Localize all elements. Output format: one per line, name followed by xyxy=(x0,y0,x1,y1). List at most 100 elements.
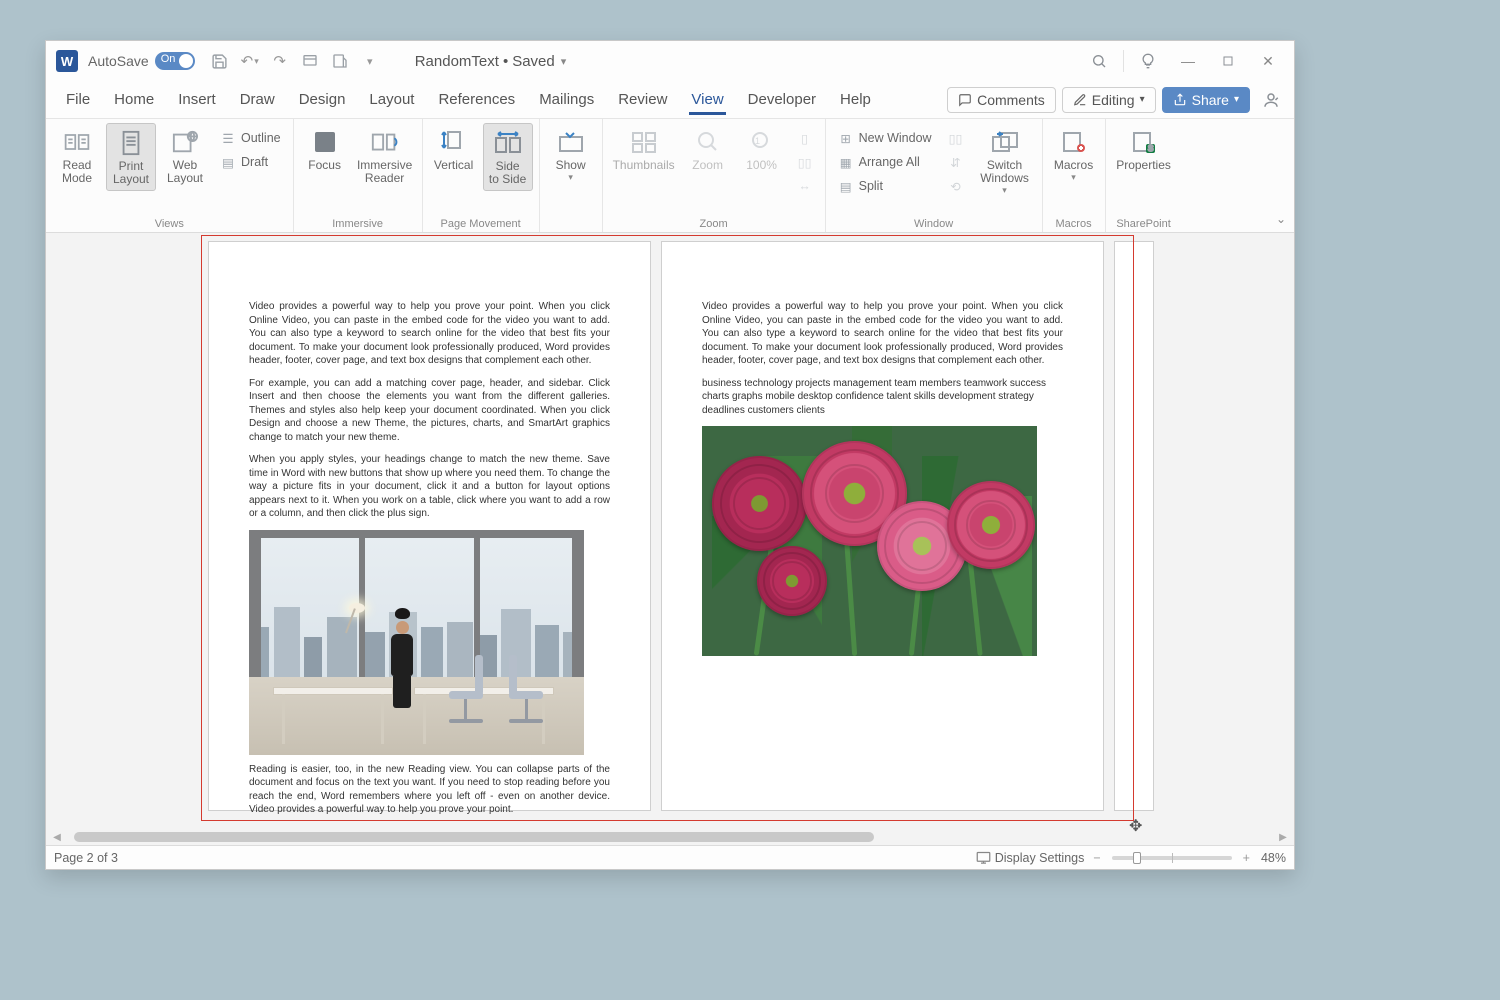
document-page-3-edge[interactable] xyxy=(1114,241,1154,811)
split-button[interactable]: ▤Split xyxy=(832,175,938,197)
zoom-slider[interactable] xyxy=(1112,856,1232,860)
document-area[interactable]: Video provides a powerful way to help yo… xyxy=(46,233,1294,845)
sharepoint-group-label: SharePoint xyxy=(1116,216,1170,230)
search-icon[interactable] xyxy=(1079,46,1119,76)
read-mode-button[interactable]: Read Mode xyxy=(52,123,102,189)
tab-help[interactable]: Help xyxy=(828,85,883,114)
switch-windows-label: Switch Windows xyxy=(980,159,1029,185)
page-movement-group-label: Page Movement xyxy=(441,216,521,230)
comments-label: Comments xyxy=(977,92,1045,108)
zoom-slider-handle[interactable] xyxy=(1133,852,1141,864)
view-side-by-side-button: ▯▯ xyxy=(942,127,970,149)
maximize-button[interactable] xyxy=(1208,46,1248,76)
properties-button[interactable]: S Properties xyxy=(1112,123,1176,176)
redo-icon[interactable]: ↷ xyxy=(268,49,292,73)
multi-page-button: ▯▯ xyxy=(791,151,819,173)
collapse-ribbon-icon[interactable]: ⌄ xyxy=(1276,212,1286,226)
immersive-reader-icon xyxy=(369,127,401,157)
tab-design[interactable]: Design xyxy=(287,85,358,114)
customize-qat-icon[interactable]: ▾ xyxy=(358,49,382,73)
display-settings-button[interactable]: Display Settings xyxy=(976,850,1085,865)
print-layout-button[interactable]: Print Layout xyxy=(106,123,156,191)
zoom-in-button[interactable]: + xyxy=(1240,851,1253,865)
account-icon[interactable] xyxy=(1256,85,1286,115)
tab-review[interactable]: Review xyxy=(606,85,679,114)
page2-para1: Video provides a powerful way to help yo… xyxy=(702,300,1063,368)
zoom-group-label: Zoom xyxy=(700,216,728,230)
office-image[interactable] xyxy=(249,530,584,755)
side-to-side-button[interactable]: Side to Side xyxy=(483,123,533,191)
tab-layout[interactable]: Layout xyxy=(357,85,426,114)
page-width-button: ↔ xyxy=(791,175,819,197)
new-window-button[interactable]: ⊞New Window xyxy=(832,127,938,149)
zoom-percentage[interactable]: 48% xyxy=(1261,851,1286,865)
toggle-knob xyxy=(179,54,193,68)
document-page-1[interactable]: Video provides a powerful way to help yo… xyxy=(208,241,651,811)
views-group-label: Views xyxy=(155,216,184,230)
vertical-button[interactable]: Vertical xyxy=(429,123,479,176)
document-title[interactable]: RandomText • Saved ▾ xyxy=(415,53,567,70)
show-icon xyxy=(555,127,587,157)
show-button[interactable]: Show ▾ xyxy=(546,123,596,187)
comments-button[interactable]: Comments xyxy=(947,87,1056,113)
vertical-icon xyxy=(438,127,470,157)
tab-file[interactable]: File xyxy=(54,85,102,114)
web-layout-button[interactable]: Web Layout xyxy=(160,123,210,189)
one-page-icon: ▯ xyxy=(797,130,813,146)
macros-button[interactable]: Macros ▾ xyxy=(1049,123,1099,187)
tab-insert[interactable]: Insert xyxy=(166,85,228,114)
close-button[interactable]: ✕ xyxy=(1248,46,1288,76)
undo-icon[interactable]: ↶▾ xyxy=(238,49,262,73)
scroll-thumb[interactable] xyxy=(74,832,874,842)
qat-button-1[interactable] xyxy=(298,49,322,73)
editing-mode-button[interactable]: Editing ▾ xyxy=(1062,87,1156,113)
multi-page-icon: ▯▯ xyxy=(797,154,813,170)
qat-button-2[interactable] xyxy=(328,49,352,73)
switch-windows-button[interactable]: Switch Windows ▾ xyxy=(974,123,1036,200)
group-page-movement: Vertical Side to Side Page Movement xyxy=(423,119,540,232)
flowers-image[interactable] xyxy=(702,426,1037,656)
arrange-all-button[interactable]: ▦Arrange All xyxy=(832,151,938,173)
scroll-track[interactable] xyxy=(64,832,1276,842)
tab-references[interactable]: References xyxy=(426,85,527,114)
scroll-right-icon[interactable]: ▶ xyxy=(1276,830,1290,844)
tab-developer[interactable]: Developer xyxy=(736,85,828,114)
coming-soon-icon[interactable] xyxy=(1128,46,1168,76)
sync-scroll-button: ⇵ xyxy=(942,151,970,173)
ribbon: Read Mode Print Layout Web Layout ☰Outli… xyxy=(46,119,1294,233)
display-settings-label: Display Settings xyxy=(995,851,1085,865)
draft-button[interactable]: ▤Draft xyxy=(214,151,287,173)
read-mode-icon xyxy=(61,127,93,157)
zoom-out-button[interactable]: − xyxy=(1090,851,1103,865)
tab-draw[interactable]: Draw xyxy=(228,85,287,114)
zoom-100-button: 1 100% xyxy=(737,123,787,176)
word-app-icon: W xyxy=(56,50,78,72)
new-window-label: New Window xyxy=(859,131,932,145)
outline-button[interactable]: ☰Outline xyxy=(214,127,287,149)
zoom-100-icon: 1 xyxy=(746,127,778,157)
tab-mailings[interactable]: Mailings xyxy=(527,85,606,114)
chevron-down-icon: ▾ xyxy=(1140,94,1145,105)
scroll-left-icon[interactable]: ◀ xyxy=(50,830,64,844)
show-group-spacer xyxy=(569,216,572,230)
reset-window-icon: ⟲ xyxy=(948,178,964,194)
focus-button[interactable]: Focus xyxy=(300,123,350,176)
autosave-toggle[interactable]: On xyxy=(155,52,195,70)
read-mode-label: Read Mode xyxy=(62,159,92,185)
thumbnails-button[interactable]: Thumbnails xyxy=(609,123,679,176)
chevron-down-icon: ▾ xyxy=(561,55,567,68)
page-indicator[interactable]: Page 2 of 3 xyxy=(54,851,118,865)
share-button[interactable]: Share ▾ xyxy=(1162,87,1250,113)
minimize-button[interactable]: — xyxy=(1168,46,1208,76)
tab-view[interactable]: View xyxy=(679,85,735,114)
office-chair xyxy=(509,655,543,723)
save-icon[interactable] xyxy=(208,49,232,73)
immersive-reader-button[interactable]: Immersive Reader xyxy=(354,123,416,189)
side-by-side-icon: ▯▯ xyxy=(948,130,964,146)
properties-icon: S xyxy=(1128,127,1160,157)
page1-para2: For example, you can add a matching cove… xyxy=(249,377,610,445)
horizontal-scrollbar[interactable]: ◀ ▶ xyxy=(50,829,1290,845)
switch-windows-icon xyxy=(989,127,1021,157)
tab-home[interactable]: Home xyxy=(102,85,166,114)
document-page-2[interactable]: Video provides a powerful way to help yo… xyxy=(661,241,1104,811)
